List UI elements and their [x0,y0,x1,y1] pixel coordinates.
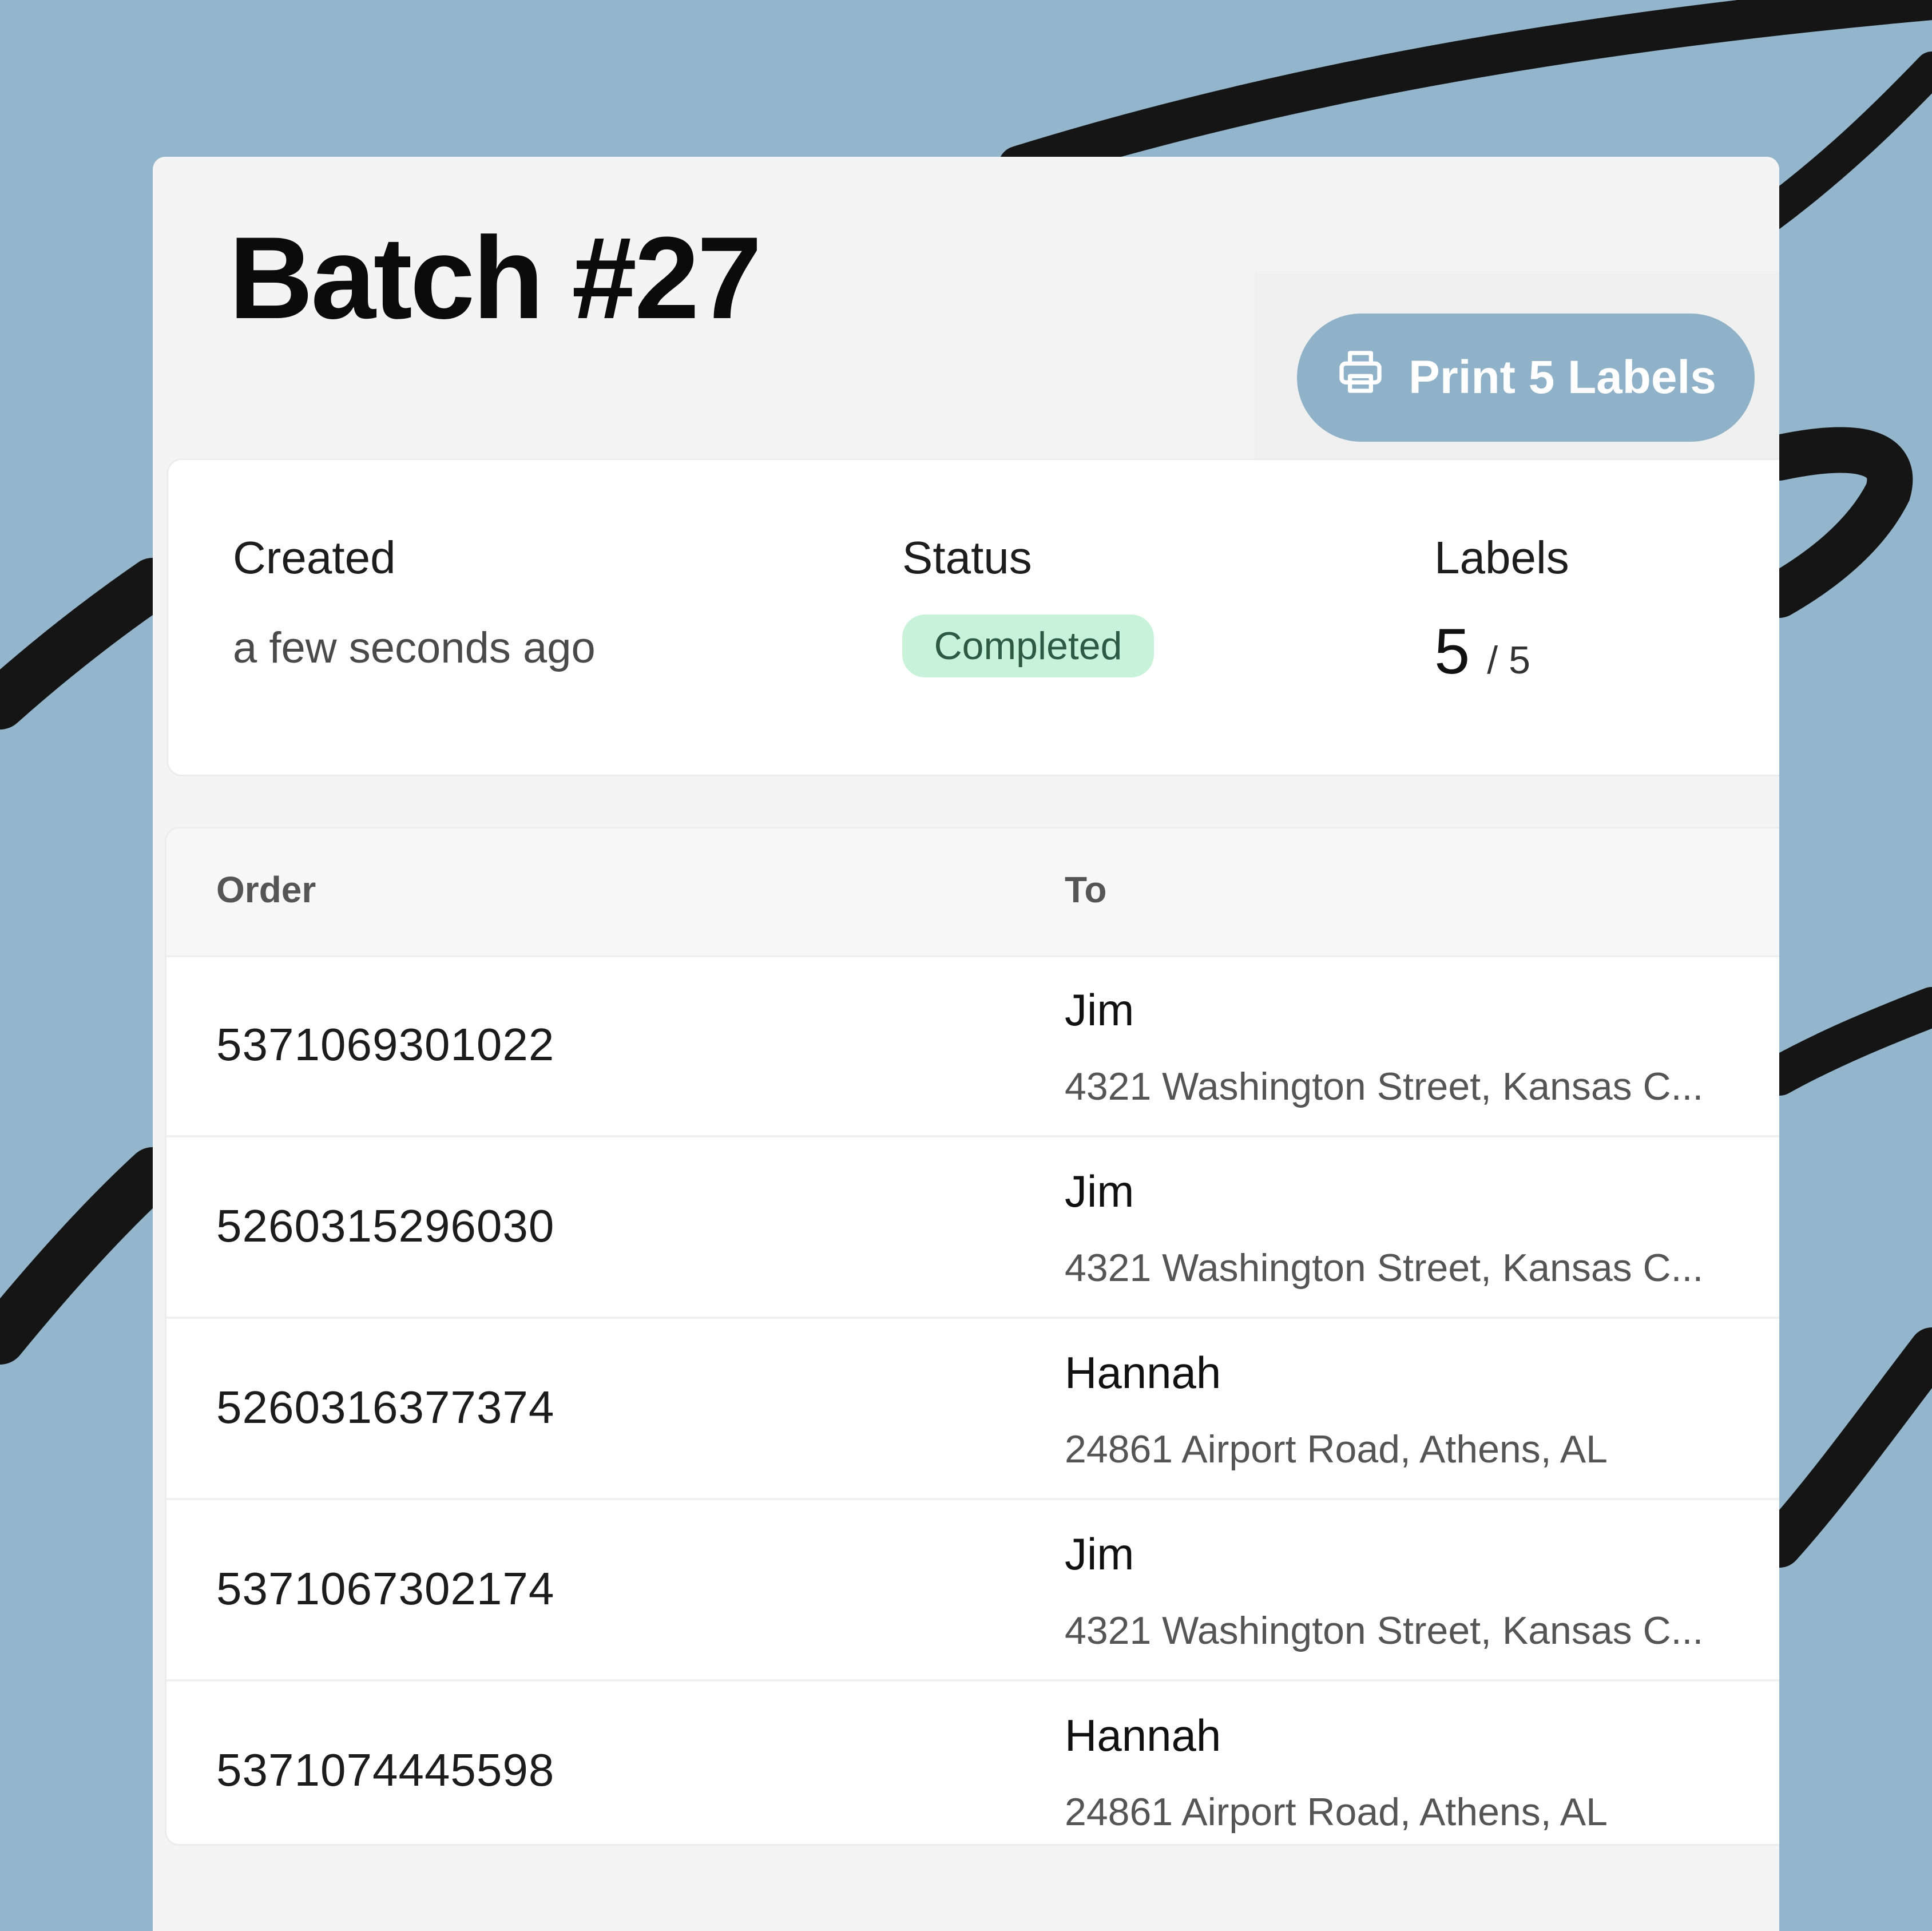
labels-done: 5 [1434,616,1470,687]
labels-count: 5 / 5 [1434,614,1530,688]
recipient-address: 4321 Washington Street, Kansas C... [1065,1246,1704,1290]
recipient-address: 4321 Washington Street, Kansas C... [1065,1609,1704,1652]
recipient-name: Hannah [1065,1347,1221,1398]
table-row[interactable]: 5371074445598 Hannah 24861 Airport Road,… [166,1681,1779,1844]
status-label: Status [902,532,1032,583]
recipient-address: 4321 Washington Street, Kansas C... [1065,1065,1704,1108]
recipient-name: Jim [1065,1166,1134,1216]
order-number: 5260315296030 [216,1200,555,1251]
recipient-name: Jim [1065,985,1134,1035]
labels-label: Labels [1434,532,1569,583]
orders-table: Order To 5371069301022 Jim 4321 Washingt… [166,828,1779,1844]
order-number: 5371067302174 [216,1563,555,1614]
recipient-address: 24861 Airport Road, Athens, AL [1065,1790,1608,1834]
order-number: 5260316377374 [216,1382,555,1433]
recipient-name: Jim [1065,1529,1134,1579]
print-labels-label: Print 5 Labels [1409,351,1716,403]
labels-total: / 5 [1487,639,1530,682]
table-row[interactable]: 5371069301022 Jim 4321 Washington Street… [166,955,1779,1137]
printer-icon [1335,347,1386,409]
table-row[interactable]: 5260316377374 Hannah 24861 Airport Road,… [166,1318,1779,1500]
table-header: Order To [166,828,1779,957]
table-row[interactable]: 5371067302174 Jim 4321 Washington Street… [166,1500,1779,1682]
created-label: Created [233,532,396,583]
order-number: 5371074445598 [216,1744,555,1795]
column-header-order: Order [216,869,316,910]
page-title: Batch #27 [229,213,762,343]
print-labels-button[interactable]: Print 5 Labels [1297,314,1755,442]
recipient-address: 24861 Airport Road, Athens, AL [1065,1428,1608,1471]
batch-panel: Batch #27 Print 5 Labels Created a few s… [153,157,1779,1931]
status-badge: Completed [902,614,1154,677]
column-header-to: To [1065,869,1107,910]
created-value: a few seconds ago [233,624,596,672]
batch-summary: Created a few seconds ago Status Complet… [168,460,1779,775]
order-number: 5371069301022 [216,1019,555,1070]
recipient-name: Hannah [1065,1710,1221,1760]
table-row[interactable]: 5260315296030 Jim 4321 Washington Street… [166,1137,1779,1319]
